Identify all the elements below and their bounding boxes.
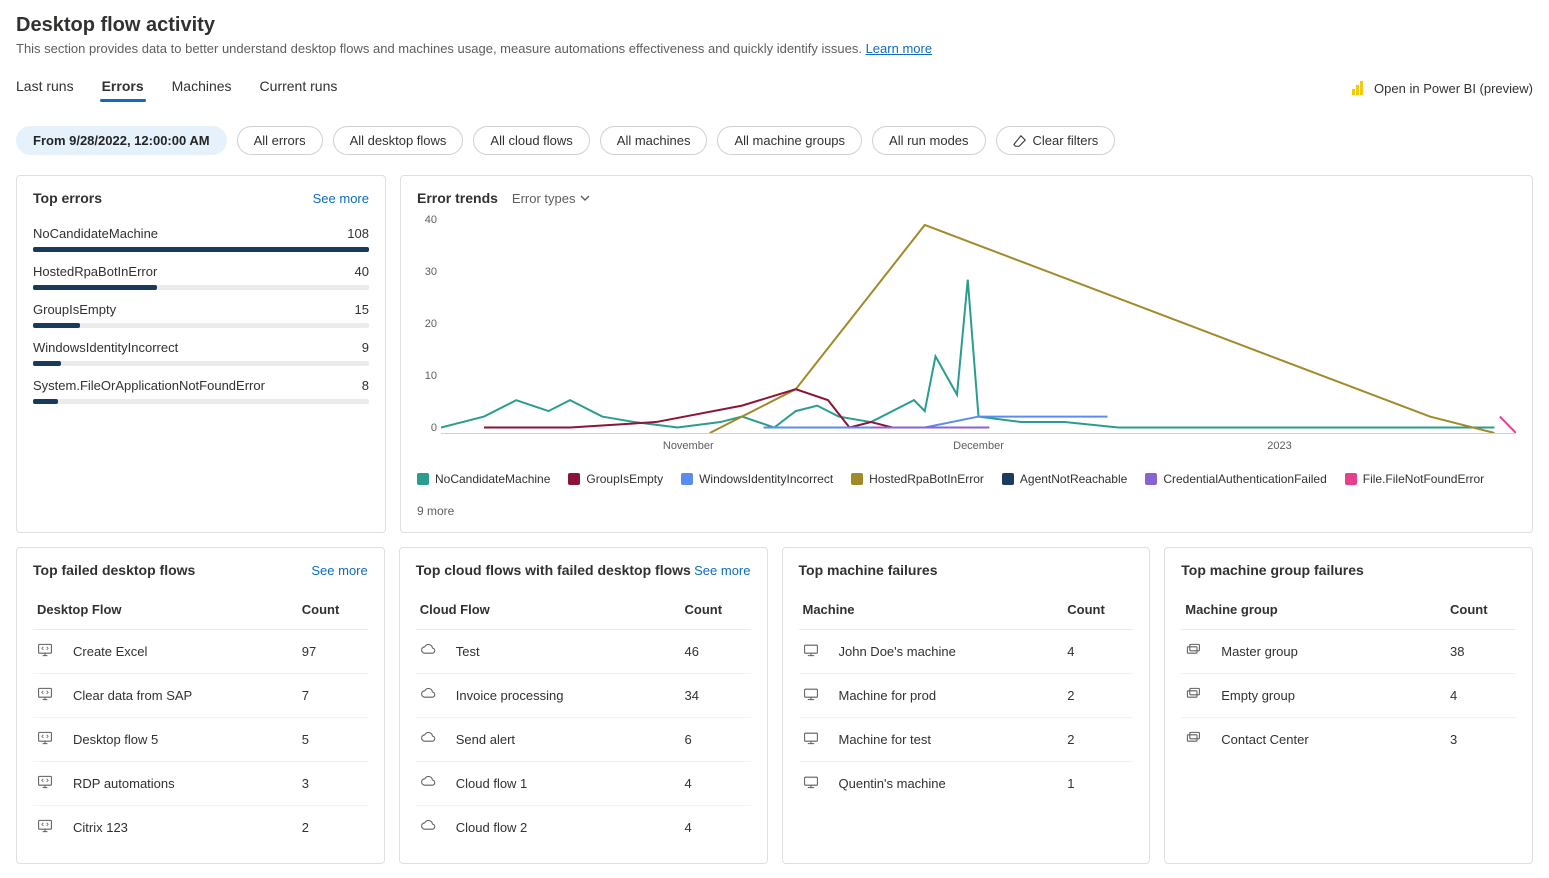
tab-errors[interactable]: Errors <box>102 74 144 102</box>
cloud-flow-row[interactable]: Invoice processing 34 <box>416 674 751 718</box>
page-subtitle: This section provides data to better und… <box>16 41 1533 56</box>
learn-more-link[interactable]: Learn more <box>866 41 932 56</box>
top-errors-title: Top errors <box>33 190 102 206</box>
top-error-item[interactable]: WindowsIdentityIncorrect9 <box>33 340 369 366</box>
failed-desktop-see-more[interactable]: See more <box>311 563 367 578</box>
legend-item[interactable]: GroupIsEmpty <box>568 472 663 486</box>
legend-more[interactable]: 9 more <box>417 504 454 518</box>
legend-swatch <box>1145 473 1157 485</box>
chart-series-HostedRpaBotInError <box>710 225 1495 433</box>
powerbi-icon <box>1352 81 1366 95</box>
machine-group-row[interactable]: Empty group 4 <box>1181 674 1516 718</box>
legend-swatch <box>851 473 863 485</box>
desktop-flow-row[interactable]: Citrix 123 2 <box>33 806 368 850</box>
legend-item[interactable]: NoCandidateMachine <box>417 472 550 486</box>
error-trends-title: Error trends <box>417 190 498 206</box>
machine-row[interactable]: Machine for test 2 <box>799 718 1134 762</box>
erase-icon <box>1013 134 1027 148</box>
failed-desktop-card: Top failed desktop flows See more Deskto… <box>16 547 385 864</box>
legend-swatch <box>568 473 580 485</box>
machine-row[interactable]: Quentin's machine 1 <box>799 762 1134 806</box>
date-filter-pill[interactable]: From 9/28/2022, 12:00:00 AM <box>16 126 227 155</box>
filter-pill[interactable]: All run modes <box>872 126 985 155</box>
tab-current-runs[interactable]: Current runs <box>260 74 338 102</box>
legend-item[interactable]: File.FileNotFoundError <box>1345 472 1484 486</box>
top-error-item[interactable]: HostedRpaBotInError40 <box>33 264 369 290</box>
failed-cloud-see-more[interactable]: See more <box>694 563 750 578</box>
legend-item[interactable]: WindowsIdentityIncorrect <box>681 472 833 486</box>
machine-row[interactable]: Machine for prod 2 <box>799 674 1134 718</box>
top-errors-card: Top errors See more NoCandidateMachine10… <box>16 175 386 533</box>
legend-swatch <box>681 473 693 485</box>
machine-failures-card: Top machine failures Machine Count John … <box>782 547 1151 864</box>
legend-item[interactable]: AgentNotReachable <box>1002 472 1127 486</box>
cloud-flow-row[interactable]: Test 46 <box>416 630 751 674</box>
chart-series-NoCandidateMachine <box>441 280 1495 428</box>
legend-swatch <box>1002 473 1014 485</box>
tabs: Last runs Errors Machines Current runs Open… <box>16 74 1533 102</box>
page-title: Desktop flow activity <box>16 14 1533 37</box>
filter-bar: From 9/28/2022, 12:00:00 AM All errors Al… <box>16 126 1533 155</box>
filter-pill[interactable]: All cloud flows <box>473 126 589 155</box>
filter-pill[interactable]: All errors <box>237 126 323 155</box>
error-trends-chart: 403020100 <box>417 214 1516 434</box>
legend-item[interactable]: HostedRpaBotInError <box>851 472 984 486</box>
chevron-down-icon <box>580 193 590 203</box>
failed-cloud-title: Top cloud flows with failed desktop flow… <box>416 562 691 578</box>
failed-desktop-title: Top failed desktop flows <box>33 562 195 578</box>
clear-filters-button[interactable]: Clear filters <box>996 126 1116 155</box>
filter-pill[interactable]: All machine groups <box>717 126 862 155</box>
top-error-item[interactable]: NoCandidateMachine108 <box>33 226 369 252</box>
desktop-flow-row[interactable]: Clear data from SAP 7 <box>33 674 368 718</box>
legend-swatch <box>1345 473 1357 485</box>
tab-last-runs[interactable]: Last runs <box>16 74 74 102</box>
chart-series-GroupIsEmpty <box>484 389 893 427</box>
cloud-flow-row[interactable]: Cloud flow 2 4 <box>416 806 751 850</box>
desktop-flow-row[interactable]: RDP automations 3 <box>33 762 368 806</box>
legend-item[interactable]: CredentialAuthenticationFailed <box>1145 472 1326 486</box>
filter-pill[interactable]: All machines <box>600 126 708 155</box>
machine-group-row[interactable]: Master group 38 <box>1181 630 1516 674</box>
cloud-flow-row[interactable]: Send alert 6 <box>416 718 751 762</box>
chart-series-File.FileNotFoundError <box>1500 417 1516 433</box>
error-types-dropdown[interactable]: Error types <box>512 191 590 206</box>
failed-cloud-card: Top cloud flows with failed desktop flow… <box>399 547 768 864</box>
open-in-powerbi-button[interactable]: Open in Power BI (preview) <box>1352 81 1533 96</box>
group-failures-card: Top machine group failures Machine group… <box>1164 547 1533 864</box>
top-errors-see-more[interactable]: See more <box>313 191 369 206</box>
desktop-flow-row[interactable]: Create Excel 97 <box>33 630 368 674</box>
desktop-flow-row[interactable]: Desktop flow 5 5 <box>33 718 368 762</box>
top-error-item[interactable]: System.FileOrApplicationNotFoundError8 <box>33 378 369 404</box>
top-error-item[interactable]: GroupIsEmpty15 <box>33 302 369 328</box>
legend-swatch <box>417 473 429 485</box>
group-failures-title: Top machine group failures <box>1181 562 1364 578</box>
machine-row[interactable]: John Doe's machine 4 <box>799 630 1134 674</box>
error-trends-card: Error trends Error types 403020100 Novem… <box>400 175 1533 533</box>
cloud-flow-row[interactable]: Cloud flow 1 4 <box>416 762 751 806</box>
machine-failures-title: Top machine failures <box>799 562 938 578</box>
tab-machines[interactable]: Machines <box>172 74 232 102</box>
filter-pill[interactable]: All desktop flows <box>333 126 464 155</box>
machine-group-row[interactable]: Contact Center 3 <box>1181 718 1516 762</box>
